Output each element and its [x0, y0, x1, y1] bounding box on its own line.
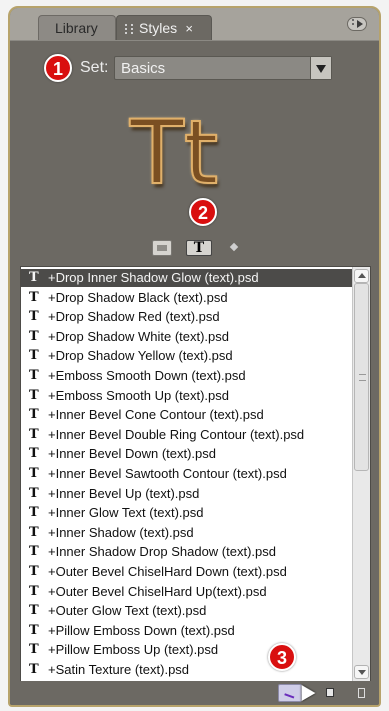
- list-item[interactable]: T +Emboss Smooth Up (text).psd: [21, 387, 354, 405]
- set-dropdown[interactable]: Basics: [114, 56, 332, 80]
- list-item-label: +Outer Bevel ChiselHard Down (text).psd: [48, 564, 287, 579]
- tab-styles[interactable]: Styles ×: [116, 15, 212, 40]
- list-item-label: +Inner Shadow (text).psd: [48, 524, 194, 540]
- callout-3: 3: [268, 643, 296, 671]
- text-style-icon: T: [29, 524, 39, 540]
- list-item[interactable]: T +Outer Bevel ChiselHard Down (text).psd: [21, 563, 354, 581]
- list-item-label: +Inner Bevel Double Ring Contour (text).…: [48, 426, 305, 442]
- text-style-icon: T: [29, 544, 39, 560]
- text-style-icon: T: [29, 368, 39, 383]
- list-item[interactable]: T +Inner Bevel Up (text).psd: [21, 485, 354, 503]
- text-style-icon: T: [29, 289, 39, 305]
- scrollbar[interactable]: [352, 267, 370, 681]
- list-item[interactable]: T +Pillow Emboss Down (text).psd: [21, 622, 354, 640]
- list-item-label: +Inner Bevel Sawtooth Contour (text).psd: [48, 466, 287, 481]
- text-style-icon: T: [29, 466, 39, 481]
- list-item[interactable]: T +Inner Bevel Down (text).psd: [21, 445, 354, 463]
- text-style-icon: T: [29, 564, 39, 579]
- list-item-label: +Drop Inner Shadow Glow (text).psd: [48, 270, 259, 285]
- panel-menu-icon[interactable]: [347, 17, 367, 31]
- callout-2: 2: [189, 198, 217, 226]
- list-item-label: +Inner Glow Text (text).psd: [48, 505, 204, 521]
- preview-text: Tt: [129, 100, 219, 205]
- text-style-icon: T: [29, 387, 39, 403]
- thumbnail-view-icon[interactable]: [152, 240, 172, 256]
- scroll-down-icon[interactable]: [354, 665, 369, 679]
- text-view-icon[interactable]: T: [186, 240, 212, 256]
- list-item-label: +Emboss Smooth Up (text).psd: [48, 387, 229, 403]
- set-row: 1 Set: Basics: [10, 54, 379, 84]
- style-preview: Tt 2: [10, 98, 379, 238]
- list-item-label: +Inner Bevel Down (text).psd: [48, 446, 216, 462]
- list-item[interactable]: T +Satin Texture (text).psd: [21, 661, 354, 679]
- chevron-down-icon[interactable]: [310, 57, 331, 79]
- list-item[interactable]: T +Outer Bevel ChiselHard Up(text).psd: [21, 583, 354, 601]
- delete-style-icon[interactable]: [350, 684, 374, 702]
- list-item-label: +Inner Bevel Up (text).psd: [48, 485, 200, 501]
- text-style-icon: T: [29, 583, 39, 599]
- styles-panel: Library Styles × 1 Set: Basics Tt 2 T T +…: [8, 6, 381, 707]
- text-style-icon: T: [29, 270, 39, 285]
- list-item-label: +Pillow Emboss Down (text).psd: [48, 622, 235, 638]
- list-item[interactable]: T +Drop Shadow Yellow (text).psd: [21, 347, 354, 365]
- view-toggle-bar: T: [10, 240, 379, 258]
- text-style-icon: T: [29, 485, 39, 501]
- list-item[interactable]: T +Pillow Emboss Up (text).psd: [21, 641, 354, 659]
- set-label: Set:: [80, 59, 109, 76]
- list-item-label: +Drop Shadow Black (text).psd: [48, 289, 228, 305]
- list-item-label: +Outer Glow Text (text).psd: [48, 603, 207, 619]
- list-item-label: +Emboss Smooth Down (text).psd: [48, 368, 246, 383]
- text-style-icon: T: [29, 328, 39, 344]
- tab-styles-label: Styles: [139, 20, 178, 36]
- text-style-icon: T: [29, 426, 39, 442]
- styles-list[interactable]: T +Drop Inner Shadow Glow (text).psd T +Dro…: [20, 266, 371, 682]
- list-item[interactable]: T +Drop Shadow White (text).psd: [21, 328, 354, 346]
- text-style-icon: T: [29, 662, 39, 677]
- tab-grip-icon[interactable]: [125, 24, 133, 34]
- text-style-icon: T: [29, 622, 39, 638]
- list-item-label: +Drop Shadow Red (text).psd: [48, 309, 220, 325]
- callout-1: 1: [44, 54, 72, 82]
- text-style-icon: T: [29, 407, 39, 423]
- list-item[interactable]: T +Outer Glow Text (text).psd: [21, 602, 354, 620]
- list-item[interactable]: T +Inner Shadow Drop Shadow (text).psd: [21, 543, 354, 561]
- list-item[interactable]: T +Inner Glow Text (text).psd: [21, 504, 354, 522]
- set-dropdown-value: Basics: [121, 60, 166, 77]
- new-style-icon[interactable]: [320, 684, 344, 702]
- text-style-icon: T: [29, 603, 39, 619]
- small-view-icon[interactable]: [229, 240, 241, 256]
- list-item[interactable]: T +Inner Shadow (text).psd: [21, 524, 354, 542]
- text-style-icon: T: [29, 446, 39, 462]
- list-item[interactable]: T +Drop Shadow Black (text).psd: [21, 289, 354, 307]
- scroll-thumb[interactable]: [354, 283, 369, 471]
- list-item-label: +Satin Texture (text).psd: [48, 662, 190, 677]
- text-style-icon: T: [29, 642, 39, 658]
- list-item[interactable]: T +Inner Bevel Double Ring Contour (text)…: [21, 426, 354, 444]
- list-item-label: +Pillow Emboss Up (text).psd: [48, 642, 219, 658]
- text-style-icon: T: [29, 309, 39, 325]
- list-item[interactable]: T +Drop Shadow Red (text).psd: [21, 308, 354, 326]
- list-item-label: +Drop Shadow White (text).psd: [48, 328, 229, 344]
- tab-library[interactable]: Library: [38, 15, 116, 40]
- list-item-label: +Drop Shadow Yellow (text).psd: [48, 348, 233, 364]
- list-item[interactable]: T +Drop Inner Shadow Glow (text).psd: [21, 269, 354, 287]
- text-style-icon: T: [29, 348, 39, 364]
- scroll-up-icon[interactable]: [354, 269, 369, 283]
- list-item-label: +Inner Shadow Drop Shadow (text).psd: [48, 544, 276, 560]
- list-item[interactable]: T +Inner Bevel Cone Contour (text).psd: [21, 406, 354, 424]
- list-item[interactable]: T +Emboss Smooth Down (text).psd: [21, 367, 354, 385]
- list-item-label: +Outer Bevel ChiselHard Up(text).psd: [48, 583, 267, 599]
- list-item[interactable]: T +Inner Bevel Sawtooth Contour (text).ps…: [21, 465, 354, 483]
- panel-footer: [10, 681, 379, 705]
- tab-bar: Library Styles ×: [10, 8, 379, 41]
- list-item-label: +Inner Bevel Cone Contour (text).psd: [48, 407, 264, 423]
- tab-library-label: Library: [55, 20, 98, 36]
- text-style-icon: T: [29, 505, 39, 521]
- close-icon[interactable]: ×: [185, 16, 193, 41]
